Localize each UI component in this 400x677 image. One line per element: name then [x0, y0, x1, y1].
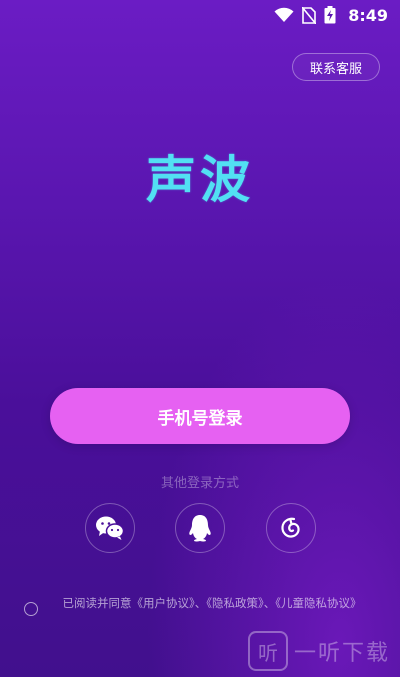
- status-bar: 8:49: [0, 0, 400, 30]
- watermark-logo: 听 一听下载: [247, 631, 390, 671]
- wechat-icon: [96, 516, 125, 540]
- qq-login-button[interactable]: [175, 503, 225, 553]
- qq-penguin-icon: [189, 515, 211, 542]
- app-logo: 声波: [0, 140, 400, 212]
- watermark-text: 一听下载: [293, 641, 390, 666]
- phone-login-button[interactable]: 手机号登录: [50, 388, 350, 444]
- agreement-text[interactable]: 已阅读并同意《用户协议》、《隐私政策》、《儿童隐私协议》: [48, 596, 376, 611]
- netease-music-icon: [281, 517, 300, 538]
- agreement-row: 已阅读并同意《用户协议》、《隐私政策》、《儿童隐私协议》: [24, 596, 376, 616]
- battery-charging-icon: [324, 6, 336, 24]
- social-login-row: [0, 503, 400, 553]
- logo-text: 声波: [146, 151, 254, 209]
- wechat-login-button[interactable]: [85, 503, 135, 553]
- wifi-icon: [274, 7, 294, 22]
- netease-login-button[interactable]: [266, 503, 316, 553]
- other-login-label: 其他登录方式: [160, 476, 239, 491]
- no-sim-icon: [302, 6, 317, 24]
- agreement-radio[interactable]: [24, 602, 38, 616]
- status-time: 8:49: [348, 5, 388, 25]
- watermark-mark: 听: [247, 631, 288, 671]
- contact-support-button[interactable]: 联系客服: [292, 53, 380, 81]
